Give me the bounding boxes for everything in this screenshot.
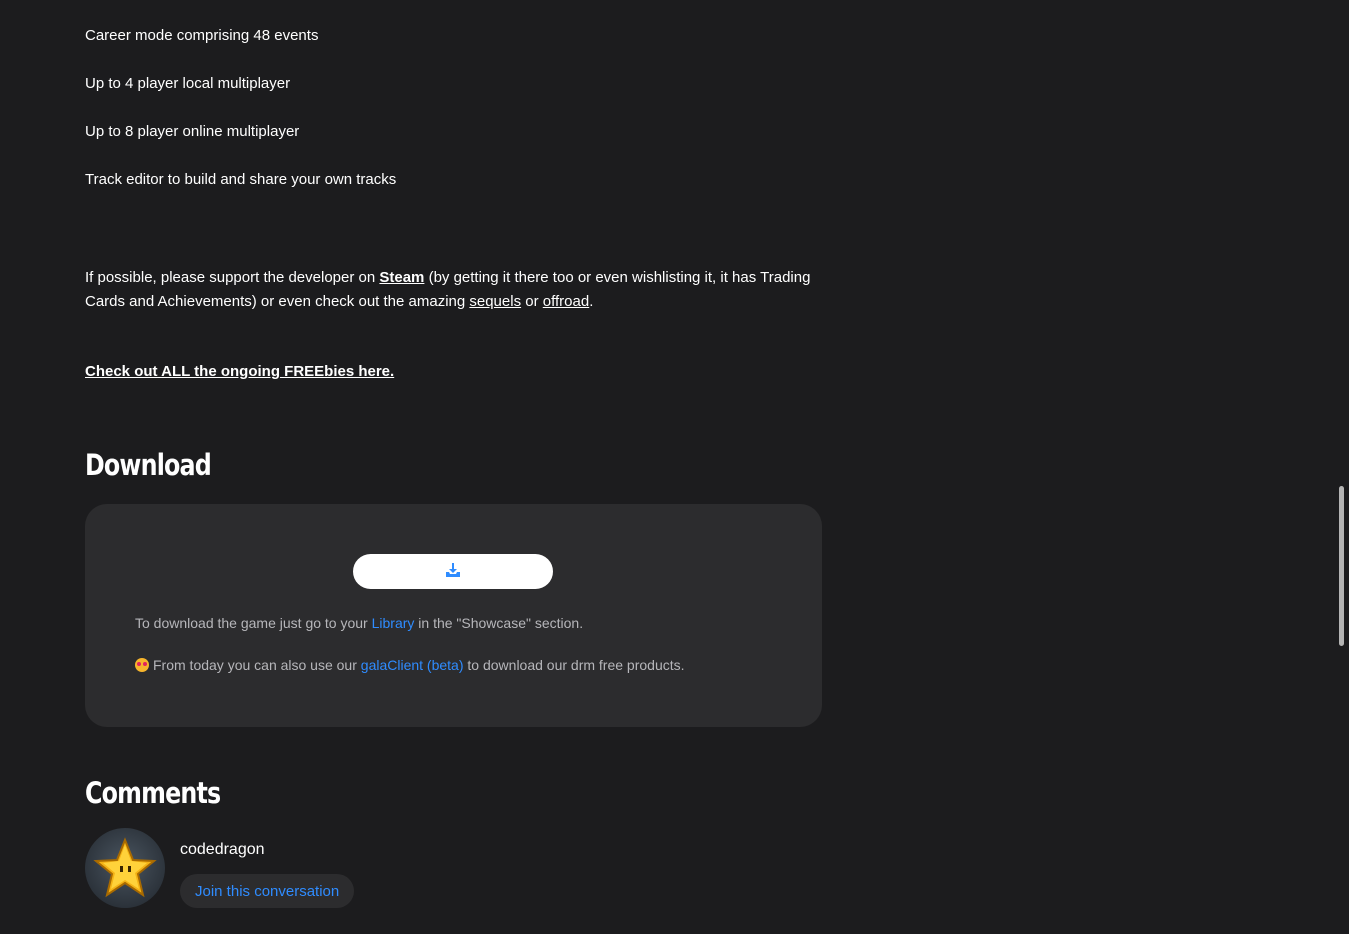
username: codedragon	[180, 841, 265, 858]
library-link[interactable]: Library	[372, 615, 415, 631]
feature-item: Track editor to build and share your own…	[85, 171, 397, 188]
comments-heading: Comments	[85, 776, 221, 810]
note-text: To download the game just go to your	[135, 615, 372, 631]
download-icon	[445, 562, 461, 581]
download-button[interactable]	[353, 554, 553, 589]
note-text: to download our drm free products.	[463, 657, 685, 673]
feature-item: Up to 8 player online multiplayer	[85, 123, 300, 140]
support-text: If possible, please support the develope…	[85, 269, 380, 286]
note-text: in the "Showcase" section.	[414, 615, 584, 631]
join-conversation-button[interactable]: Join this conversation	[180, 874, 355, 908]
star-struck-emoji-icon	[135, 658, 149, 672]
feature-item: Career mode comprising 48 events	[85, 27, 319, 44]
offroad-link[interactable]: offroad	[543, 293, 589, 310]
feature-item: Up to 4 player local multiplayer	[85, 75, 291, 92]
steam-link[interactable]: Steam	[379, 269, 424, 286]
download-panel: To download the game just go to your Lib…	[85, 504, 822, 727]
page: Career mode comprising 48 events Up to 4…	[0, 0, 1349, 934]
avatar[interactable]	[85, 828, 165, 908]
scrollbar-thumb[interactable]	[1339, 486, 1344, 646]
download-heading: Download	[85, 448, 212, 482]
support-paragraph: If possible, please support the develope…	[85, 266, 825, 314]
support-text: or	[521, 293, 543, 310]
galaclient-link[interactable]: galaClient (beta)	[361, 657, 464, 673]
note-text: From today you can also use our	[153, 657, 361, 673]
library-note: To download the game just go to your Lib…	[135, 613, 583, 633]
star-avatar-icon	[93, 837, 157, 898]
support-text: .	[589, 293, 594, 310]
sequels-link[interactable]: sequels	[469, 293, 521, 310]
galaclient-note: From today you can also use our galaClie…	[135, 655, 685, 675]
comment-prompt: codedragon Join this conversation	[85, 828, 822, 908]
freebies-link[interactable]: Check out ALL the ongoing FREEbies here.	[85, 362, 394, 382]
